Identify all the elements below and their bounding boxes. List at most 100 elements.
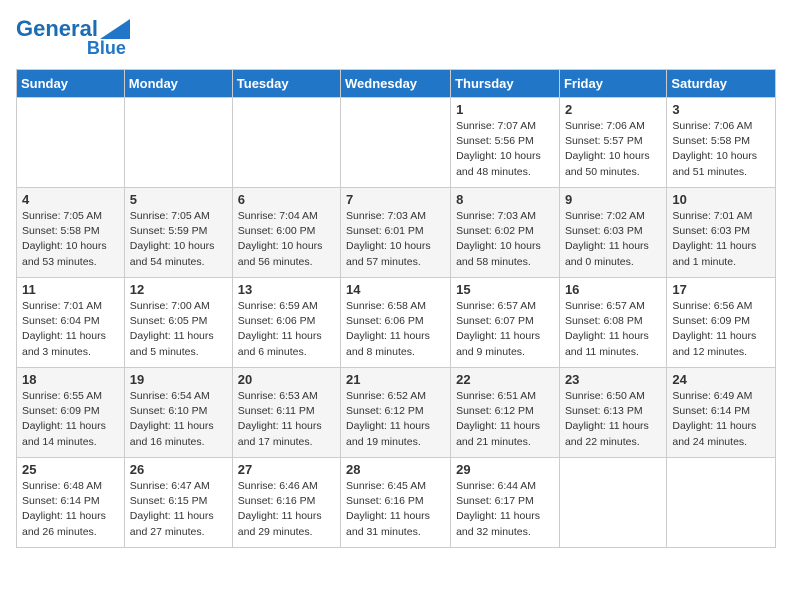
calendar-cell: 10 Sunrise: 7:01 AM Sunset: 6:03 PM Dayli… bbox=[667, 188, 776, 278]
calendar-cell bbox=[341, 98, 451, 188]
calendar-cell: 23 Sunrise: 6:50 AM Sunset: 6:13 PM Dayli… bbox=[559, 368, 666, 458]
day-info: Sunrise: 7:07 AM Sunset: 5:56 PM Dayligh… bbox=[456, 119, 554, 180]
day-number: 13 bbox=[238, 282, 335, 297]
day-number: 3 bbox=[672, 102, 770, 117]
logo-icon bbox=[100, 19, 130, 39]
day-info: Sunrise: 6:53 AM Sunset: 6:11 PM Dayligh… bbox=[238, 389, 335, 450]
day-number: 2 bbox=[565, 102, 661, 117]
day-info: Sunrise: 7:02 AM Sunset: 6:03 PM Dayligh… bbox=[565, 209, 661, 270]
day-info: Sunrise: 7:03 AM Sunset: 6:01 PM Dayligh… bbox=[346, 209, 445, 270]
day-number: 22 bbox=[456, 372, 554, 387]
calendar-cell: 19 Sunrise: 6:54 AM Sunset: 6:10 PM Dayli… bbox=[124, 368, 232, 458]
calendar-table: SundayMondayTuesdayWednesdayThursdayFrid… bbox=[16, 69, 776, 548]
day-number: 10 bbox=[672, 192, 770, 207]
calendar-cell bbox=[667, 458, 776, 548]
calendar-cell: 8 Sunrise: 7:03 AM Sunset: 6:02 PM Daylig… bbox=[451, 188, 560, 278]
calendar-cell: 26 Sunrise: 6:47 AM Sunset: 6:15 PM Dayli… bbox=[124, 458, 232, 548]
calendar-cell bbox=[232, 98, 340, 188]
calendar-cell bbox=[559, 458, 666, 548]
day-number: 17 bbox=[672, 282, 770, 297]
calendar-cell: 28Sunrise: 6:45 AM Sunset: 6:16 PM Dayli… bbox=[341, 458, 451, 548]
day-number: 18 bbox=[22, 372, 119, 387]
calendar-cell: 9Sunrise: 7:02 AM Sunset: 6:03 PM Daylig… bbox=[559, 188, 666, 278]
day-info: Sunrise: 7:04 AM Sunset: 6:00 PM Dayligh… bbox=[238, 209, 335, 270]
day-info: Sunrise: 6:59 AM Sunset: 6:06 PM Dayligh… bbox=[238, 299, 335, 360]
day-info: Sunrise: 6:45 AM Sunset: 6:16 PM Dayligh… bbox=[346, 479, 445, 540]
day-number: 27 bbox=[238, 462, 335, 477]
day-number: 4 bbox=[22, 192, 119, 207]
calendar-cell: 5Sunrise: 7:05 AM Sunset: 5:59 PM Daylig… bbox=[124, 188, 232, 278]
day-info: Sunrise: 6:51 AM Sunset: 6:12 PM Dayligh… bbox=[456, 389, 554, 450]
logo-blue-text: Blue bbox=[87, 38, 126, 59]
day-number: 26 bbox=[130, 462, 227, 477]
calendar-week-1: 1 Sunrise: 7:07 AM Sunset: 5:56 PM Daylig… bbox=[17, 98, 776, 188]
calendar-cell: 17 Sunrise: 6:56 AM Sunset: 6:09 PM Dayli… bbox=[667, 278, 776, 368]
calendar-week-5: 25 Sunrise: 6:48 AM Sunset: 6:14 PM Dayli… bbox=[17, 458, 776, 548]
calendar-cell: 6 Sunrise: 7:04 AM Sunset: 6:00 PM Daylig… bbox=[232, 188, 340, 278]
day-info: Sunrise: 6:48 AM Sunset: 6:14 PM Dayligh… bbox=[22, 479, 119, 540]
day-info: Sunrise: 6:50 AM Sunset: 6:13 PM Dayligh… bbox=[565, 389, 661, 450]
weekday-header-thursday: Thursday bbox=[451, 70, 560, 98]
calendar-cell: 11 Sunrise: 7:01 AM Sunset: 6:04 PM Dayli… bbox=[17, 278, 125, 368]
calendar-cell: 22 Sunrise: 6:51 AM Sunset: 6:12 PM Dayli… bbox=[451, 368, 560, 458]
calendar-header: SundayMondayTuesdayWednesdayThursdayFrid… bbox=[17, 70, 776, 98]
calendar-cell: 2 Sunrise: 7:06 AM Sunset: 5:57 PM Daylig… bbox=[559, 98, 666, 188]
weekday-header-row: SundayMondayTuesdayWednesdayThursdayFrid… bbox=[17, 70, 776, 98]
day-info: Sunrise: 7:01 AM Sunset: 6:04 PM Dayligh… bbox=[22, 299, 119, 360]
day-number: 1 bbox=[456, 102, 554, 117]
calendar-cell: 21Sunrise: 6:52 AM Sunset: 6:12 PM Dayli… bbox=[341, 368, 451, 458]
day-number: 6 bbox=[238, 192, 335, 207]
day-number: 24 bbox=[672, 372, 770, 387]
day-info: Sunrise: 6:57 AM Sunset: 6:07 PM Dayligh… bbox=[456, 299, 554, 360]
day-info: Sunrise: 7:00 AM Sunset: 6:05 PM Dayligh… bbox=[130, 299, 227, 360]
calendar-cell: 15 Sunrise: 6:57 AM Sunset: 6:07 PM Dayli… bbox=[451, 278, 560, 368]
calendar-cell: 12 Sunrise: 7:00 AM Sunset: 6:05 PM Dayli… bbox=[124, 278, 232, 368]
calendar-cell: 25 Sunrise: 6:48 AM Sunset: 6:14 PM Dayli… bbox=[17, 458, 125, 548]
day-info: Sunrise: 7:05 AM Sunset: 5:59 PM Dayligh… bbox=[130, 209, 227, 270]
calendar-cell: 7Sunrise: 7:03 AM Sunset: 6:01 PM Daylig… bbox=[341, 188, 451, 278]
day-info: Sunrise: 7:03 AM Sunset: 6:02 PM Dayligh… bbox=[456, 209, 554, 270]
day-number: 29 bbox=[456, 462, 554, 477]
weekday-header-saturday: Saturday bbox=[667, 70, 776, 98]
calendar-cell: 1 Sunrise: 7:07 AM Sunset: 5:56 PM Daylig… bbox=[451, 98, 560, 188]
calendar-cell: 29Sunrise: 6:44 AM Sunset: 6:17 PM Dayli… bbox=[451, 458, 560, 548]
day-number: 12 bbox=[130, 282, 227, 297]
calendar-week-4: 18 Sunrise: 6:55 AM Sunset: 6:09 PM Dayli… bbox=[17, 368, 776, 458]
day-number: 14 bbox=[346, 282, 445, 297]
day-number: 8 bbox=[456, 192, 554, 207]
day-info: Sunrise: 6:54 AM Sunset: 6:10 PM Dayligh… bbox=[130, 389, 227, 450]
day-info: Sunrise: 7:06 AM Sunset: 5:57 PM Dayligh… bbox=[565, 119, 661, 180]
weekday-header-friday: Friday bbox=[559, 70, 666, 98]
weekday-header-wednesday: Wednesday bbox=[341, 70, 451, 98]
day-info: Sunrise: 6:46 AM Sunset: 6:16 PM Dayligh… bbox=[238, 479, 335, 540]
day-number: 23 bbox=[565, 372, 661, 387]
day-info: Sunrise: 6:47 AM Sunset: 6:15 PM Dayligh… bbox=[130, 479, 227, 540]
day-info: Sunrise: 6:56 AM Sunset: 6:09 PM Dayligh… bbox=[672, 299, 770, 360]
calendar-body: 1 Sunrise: 7:07 AM Sunset: 5:56 PM Daylig… bbox=[17, 98, 776, 548]
day-info: Sunrise: 6:52 AM Sunset: 6:12 PM Dayligh… bbox=[346, 389, 445, 450]
weekday-header-monday: Monday bbox=[124, 70, 232, 98]
day-number: 19 bbox=[130, 372, 227, 387]
calendar-week-3: 11 Sunrise: 7:01 AM Sunset: 6:04 PM Dayli… bbox=[17, 278, 776, 368]
calendar-cell bbox=[17, 98, 125, 188]
calendar-cell: 14 Sunrise: 6:58 AM Sunset: 6:06 PM Dayli… bbox=[341, 278, 451, 368]
calendar-cell: 4Sunrise: 7:05 AM Sunset: 5:58 PM Daylig… bbox=[17, 188, 125, 278]
day-info: Sunrise: 6:58 AM Sunset: 6:06 PM Dayligh… bbox=[346, 299, 445, 360]
calendar-cell: 18 Sunrise: 6:55 AM Sunset: 6:09 PM Dayli… bbox=[17, 368, 125, 458]
day-info: Sunrise: 7:01 AM Sunset: 6:03 PM Dayligh… bbox=[672, 209, 770, 270]
calendar-cell: 3Sunrise: 7:06 AM Sunset: 5:58 PM Daylig… bbox=[667, 98, 776, 188]
calendar-week-2: 4Sunrise: 7:05 AM Sunset: 5:58 PM Daylig… bbox=[17, 188, 776, 278]
calendar-cell: 24 Sunrise: 6:49 AM Sunset: 6:14 PM Dayli… bbox=[667, 368, 776, 458]
day-number: 11 bbox=[22, 282, 119, 297]
weekday-header-tuesday: Tuesday bbox=[232, 70, 340, 98]
day-info: Sunrise: 6:55 AM Sunset: 6:09 PM Dayligh… bbox=[22, 389, 119, 450]
weekday-header-sunday: Sunday bbox=[17, 70, 125, 98]
day-number: 25 bbox=[22, 462, 119, 477]
calendar-cell: 16Sunrise: 6:57 AM Sunset: 6:08 PM Dayli… bbox=[559, 278, 666, 368]
calendar-cell bbox=[124, 98, 232, 188]
day-number: 15 bbox=[456, 282, 554, 297]
header: General Blue bbox=[16, 16, 776, 59]
day-number: 20 bbox=[238, 372, 335, 387]
calendar-cell: 13 Sunrise: 6:59 AM Sunset: 6:06 PM Dayli… bbox=[232, 278, 340, 368]
day-info: Sunrise: 6:49 AM Sunset: 6:14 PM Dayligh… bbox=[672, 389, 770, 450]
